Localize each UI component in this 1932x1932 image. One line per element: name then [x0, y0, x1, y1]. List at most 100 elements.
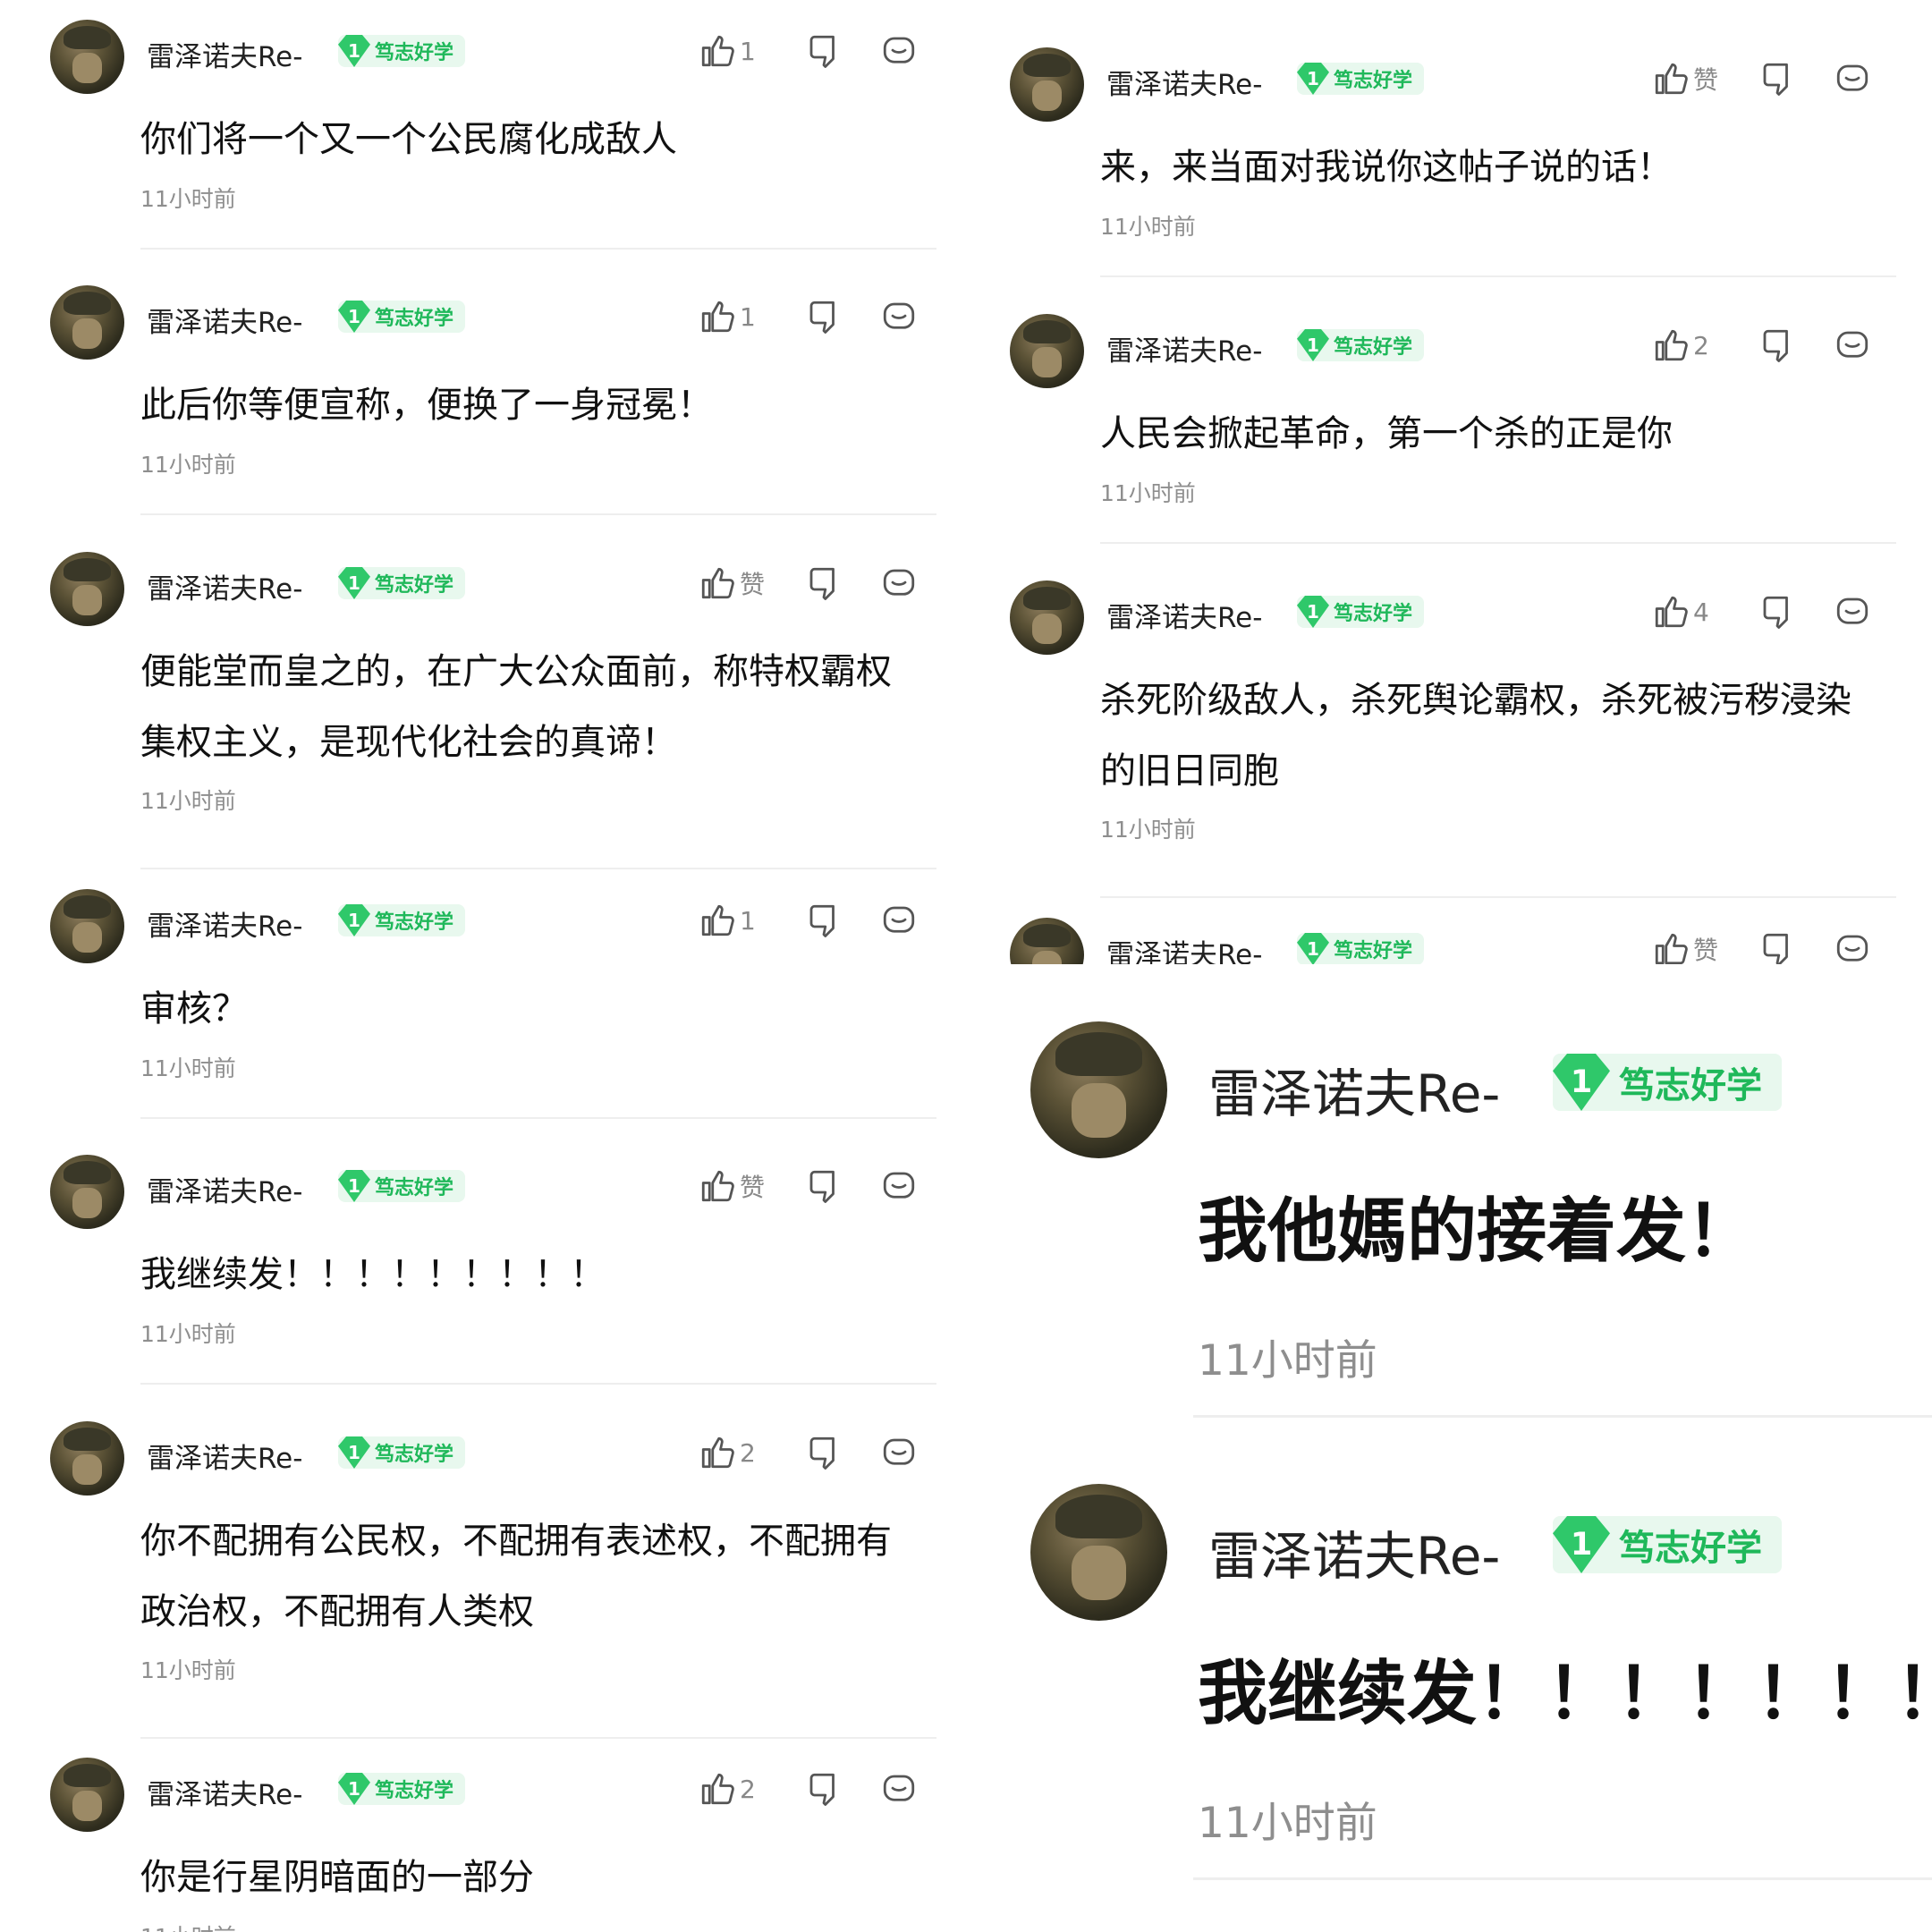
- level-badge-label: 笃志好学: [1334, 336, 1413, 359]
- comment-actions: 赞: [1652, 930, 1871, 964]
- like-button[interactable]: 2: [699, 1434, 767, 1471]
- reply-button[interactable]: [880, 1434, 918, 1471]
- username[interactable]: 雷泽诺夫Re-: [1106, 932, 1262, 964]
- username[interactable]: 雷泽诺夫Re-: [1106, 62, 1262, 102]
- dislike-button[interactable]: [1758, 930, 1796, 964]
- dislike-button[interactable]: [805, 1770, 843, 1808]
- comment-actions: 赞: [699, 1167, 918, 1205]
- avatar[interactable]: [50, 552, 124, 626]
- avatar[interactable]: [1030, 1021, 1167, 1158]
- username[interactable]: 雷泽诺夫Re-: [1106, 595, 1262, 635]
- like-button[interactable]: 1: [699, 298, 767, 335]
- dislike-button[interactable]: [1758, 60, 1796, 97]
- like-count: 4: [1693, 597, 1709, 627]
- avatar[interactable]: [50, 1421, 124, 1496]
- level-badge: 1 笃志好学: [1553, 1516, 1782, 1573]
- comment-item: 雷泽诺夫Re- 1 笃志好学 1 此后你等便宣称，便换了一身冠冕！ 11小时前: [0, 266, 966, 531]
- username[interactable]: 雷泽诺夫Re-: [147, 566, 302, 606]
- username[interactable]: 雷泽诺夫Re-: [147, 903, 302, 944]
- username[interactable]: 雷泽诺夫Re-: [147, 1772, 302, 1812]
- dislike-button[interactable]: [805, 1434, 843, 1471]
- dislike-button[interactable]: [805, 564, 843, 602]
- thumbs-up-icon: [1652, 60, 1690, 97]
- dislike-button[interactable]: [1758, 326, 1796, 364]
- like-button[interactable]: 1: [699, 902, 767, 939]
- like-button[interactable]: 4: [1652, 593, 1721, 631]
- level-gem-icon: 1: [1297, 63, 1329, 95]
- thumbs-down-icon: [805, 32, 843, 70]
- thumbs-down-icon: [805, 1770, 843, 1808]
- reply-button[interactable]: [1834, 593, 1871, 631]
- level-badge: 1 笃志好学: [1297, 596, 1425, 628]
- like-button[interactable]: 2: [1652, 326, 1721, 364]
- right-comment-panel: 雷泽诺夫Re- 1 笃志好学赞来，来当面对我说你这帖子说的话！ 11小时前 雷泽诺夫Re…: [966, 0, 1932, 964]
- thumbs-down-icon: [805, 1167, 843, 1205]
- thumbs-down-icon: [1758, 60, 1796, 97]
- reply-button[interactable]: [880, 902, 918, 939]
- reply-button[interactable]: [1834, 930, 1871, 964]
- avatar[interactable]: [50, 20, 124, 94]
- level-gem-icon: 1: [1297, 596, 1329, 628]
- thumbs-up-icon: [699, 902, 736, 939]
- comment-time: 11小时前: [1100, 480, 1196, 506]
- avatar[interactable]: [1010, 580, 1084, 655]
- username[interactable]: 雷泽诺夫Re-: [1208, 1052, 1500, 1127]
- level-badge-label: 笃志好学: [1334, 940, 1413, 962]
- dislike-button[interactable]: [805, 32, 843, 70]
- level-badge: 1 笃志好学: [338, 904, 466, 936]
- avatar[interactable]: [1010, 314, 1084, 388]
- comment-text: 你们将一个又一个公民腐化成敌人: [140, 119, 677, 160]
- username[interactable]: 雷泽诺夫Re-: [147, 300, 302, 340]
- comment-actions: 2: [699, 1770, 918, 1808]
- avatar[interactable]: [50, 889, 124, 963]
- username[interactable]: 雷泽诺夫Re-: [147, 34, 302, 74]
- avatar[interactable]: [1010, 47, 1084, 122]
- avatar[interactable]: [1030, 1484, 1167, 1621]
- level-badge: 1 笃志好学: [338, 301, 466, 333]
- username[interactable]: 雷泽诺夫Re-: [147, 1169, 302, 1209]
- comment-item: 雷泽诺夫Re- 1 笃志好学 4 杀死阶级敌人，杀死舆论霸权，杀死被污秽浸染的旧日同胞 1…: [966, 561, 1932, 898]
- comment-divider: [140, 513, 936, 515]
- reply-button[interactable]: [880, 1167, 918, 1205]
- thumbs-down-icon: [805, 564, 843, 602]
- comment-text: 你不配拥有公民权，不配拥有表述权，不配拥有政治权，不配拥有人类权: [140, 1521, 892, 1632]
- avatar[interactable]: [50, 1155, 124, 1229]
- level-badge-label: 笃志好学: [375, 42, 454, 64]
- comment-actions: 2: [1652, 326, 1871, 364]
- reply-button[interactable]: [880, 564, 918, 602]
- avatar[interactable]: [50, 285, 124, 360]
- username[interactable]: 雷泽诺夫Re-: [1106, 328, 1262, 369]
- comment-time: 11小时前: [1198, 1799, 1377, 1848]
- comment-time: 11小时前: [140, 452, 236, 478]
- comment-divider: [1100, 542, 1896, 544]
- like-button[interactable]: 赞: [1652, 60, 1721, 97]
- reply-button[interactable]: [1834, 326, 1871, 364]
- thumbs-up-icon: [1652, 326, 1690, 364]
- username[interactable]: 雷泽诺夫Re-: [1208, 1514, 1500, 1589]
- reply-button[interactable]: [880, 298, 918, 335]
- reply-button[interactable]: [880, 32, 918, 70]
- comment-text: 杀死阶级敌人，杀死舆论霸权，杀死被污秽浸染的旧日同胞: [1100, 680, 1852, 792]
- reply-button[interactable]: [1834, 60, 1871, 97]
- comment-divider: [1100, 275, 1896, 277]
- like-button[interactable]: 赞: [1652, 930, 1721, 964]
- like-button[interactable]: 赞: [699, 564, 767, 602]
- dislike-button[interactable]: [805, 902, 843, 939]
- dislike-button[interactable]: [1758, 593, 1796, 631]
- reply-bubble-icon: [880, 32, 918, 70]
- avatar[interactable]: [1010, 918, 1084, 964]
- level-gem-icon: 1: [338, 1170, 370, 1202]
- like-button[interactable]: 赞: [699, 1167, 767, 1205]
- reply-button[interactable]: [880, 1770, 918, 1808]
- avatar[interactable]: [50, 1758, 124, 1832]
- level-gem-icon: 1: [338, 1773, 370, 1805]
- comment-item: 雷泽诺夫Re- 1 笃志好学 赞便能堂而皇之的，在广大公众面前，称特权霸权集权主义，是…: [0, 532, 966, 869]
- like-button[interactable]: 2: [699, 1770, 767, 1808]
- level-badge: 1 笃志好学: [1297, 933, 1425, 964]
- dislike-button[interactable]: [805, 1167, 843, 1205]
- comment-item: 雷泽诺夫Re- 1 笃志好学 赞我继续发！！！！！！！！！ 11小时前: [0, 1135, 966, 1401]
- level-badge-label: 笃志好学: [1619, 1065, 1762, 1106]
- dislike-button[interactable]: [805, 298, 843, 335]
- like-button[interactable]: 1: [699, 32, 767, 70]
- username[interactable]: 雷泽诺夫Re-: [147, 1436, 302, 1476]
